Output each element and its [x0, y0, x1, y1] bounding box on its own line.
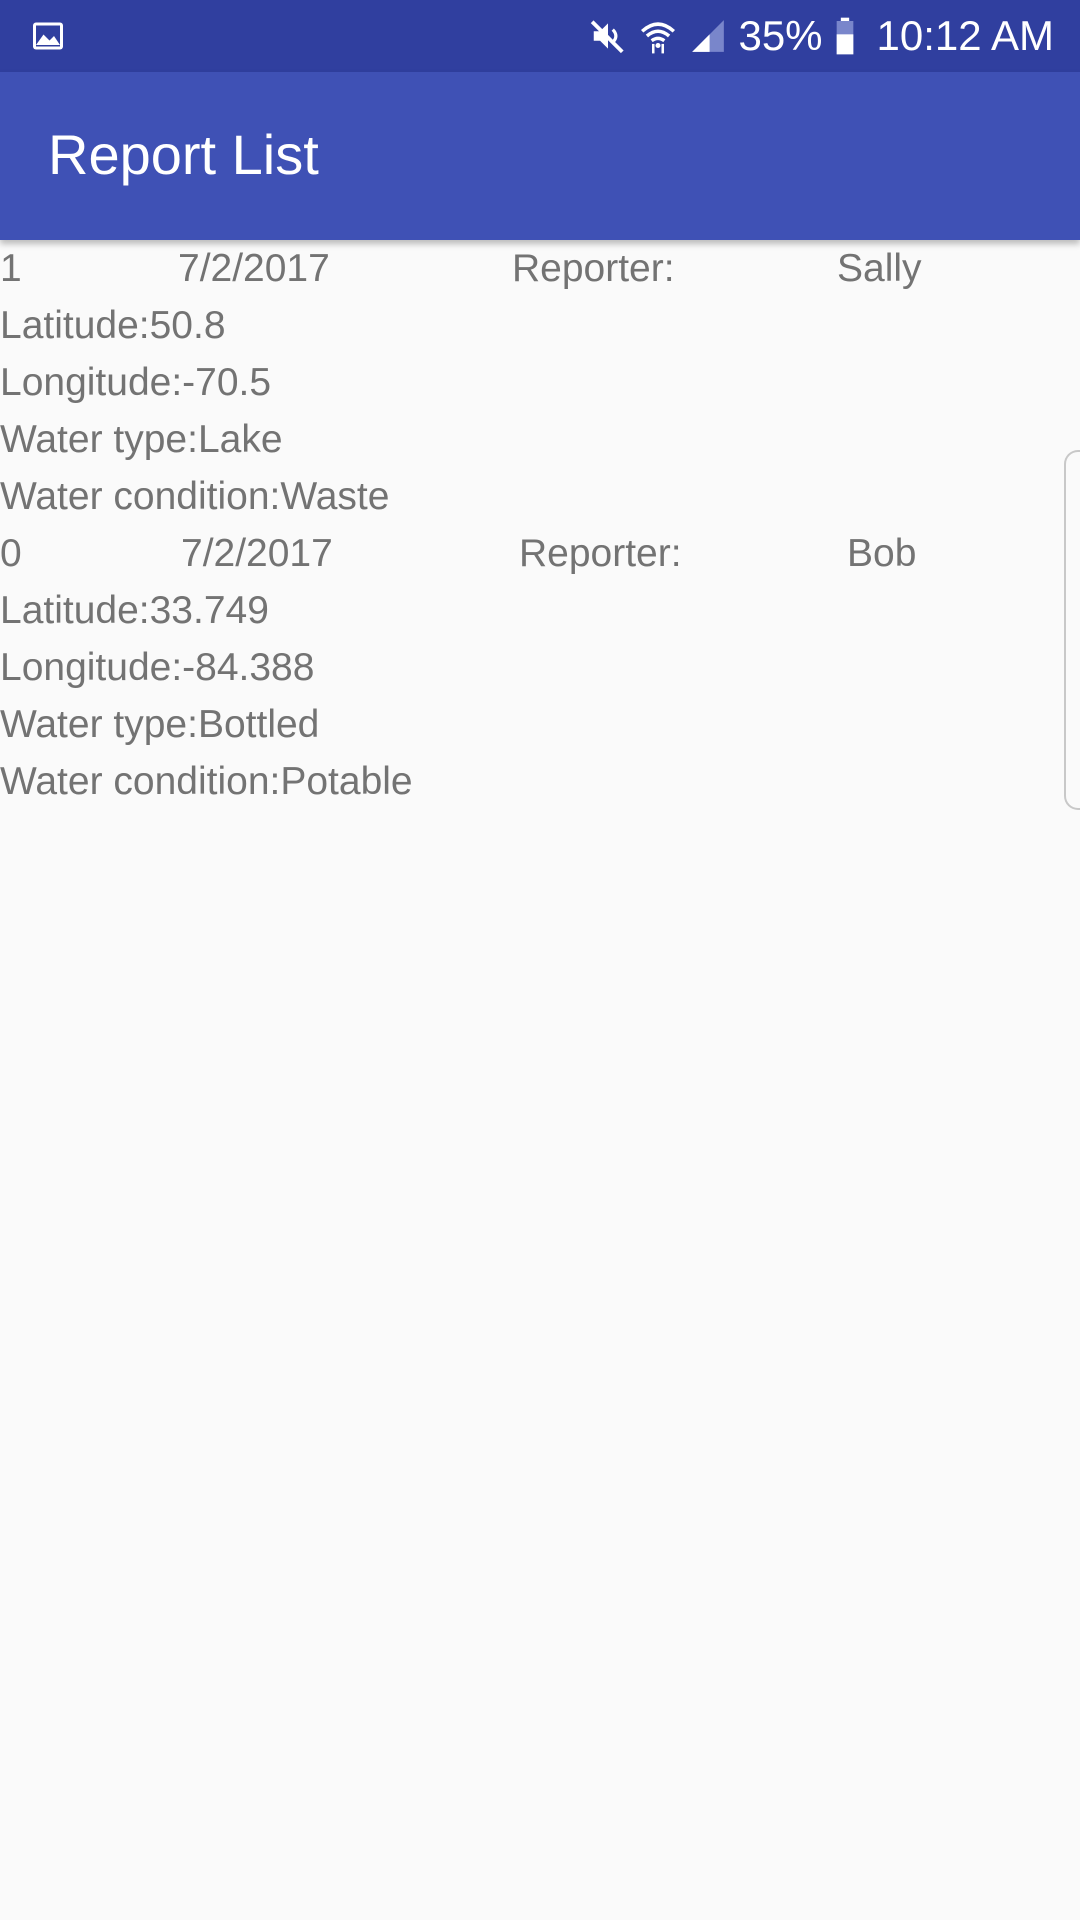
battery-percent: 35%	[738, 12, 823, 59]
longitude-text: Longitude:-70.5	[0, 354, 1080, 411]
longitude-value: Longitude:-84.388	[0, 646, 315, 689]
water-type-text: Water type:Lake	[0, 411, 1080, 468]
reporter-name: Bob	[847, 532, 917, 575]
gallery-icon	[33, 22, 63, 50]
list-item[interactable]: 1 7/2/2017 Reporter: Sally Latitude:50.8…	[0, 240, 1080, 525]
water-type-text: Water type:Bottled	[0, 696, 1080, 753]
screen: 35% 10:12 AM Report List 1 7/2/2017 Repo…	[0, 0, 1080, 1920]
water-condition-value: Water condition:Waste	[0, 475, 390, 518]
water-type-value: Water type:Lake	[0, 418, 283, 461]
edge-panel-handle[interactable]	[1064, 450, 1080, 810]
water-condition-text: Water condition:Waste	[0, 468, 1080, 525]
status-icons: 35% 10:12 AM	[588, 0, 1054, 72]
status-bar: 35% 10:12 AM	[0, 0, 1080, 72]
reporter-label: Reporter:	[512, 247, 675, 290]
latitude-value: Latitude:50.8	[0, 304, 226, 347]
app-bar: Report List	[0, 72, 1080, 240]
report-list[interactable]: 1 7/2/2017 Reporter: Sally Latitude:50.8…	[0, 240, 1080, 810]
latitude-value: Latitude:33.749	[0, 589, 269, 632]
water-condition-text: Water condition:Potable	[0, 753, 1080, 810]
report-date: 7/2/2017	[178, 247, 330, 290]
latitude-text: Latitude:33.749	[0, 582, 1080, 639]
longitude-text: Longitude:-84.388	[0, 639, 1080, 696]
reporter-name: Sally	[837, 247, 922, 290]
water-condition-value: Water condition:Potable	[0, 760, 413, 803]
report-date: 7/2/2017	[181, 532, 333, 575]
report-header-row: 0 7/2/2017 Reporter: Bob	[0, 525, 1080, 582]
list-item[interactable]: 0 7/2/2017 Reporter: Bob Latitude:33.749…	[0, 525, 1080, 810]
battery-icon	[833, 16, 857, 56]
clock: 10:12 AM	[876, 12, 1054, 59]
longitude-value: Longitude:-70.5	[0, 361, 272, 404]
page-title: Report List	[48, 123, 319, 186]
mute-icon	[588, 16, 628, 56]
reporter-label: Reporter:	[519, 532, 682, 575]
water-type-value: Water type:Bottled	[0, 703, 320, 746]
report-id: 1	[0, 247, 22, 290]
latitude-text: Latitude:50.8	[0, 297, 1080, 354]
report-header-row: 1 7/2/2017 Reporter: Sally	[0, 240, 1080, 297]
report-id: 0	[0, 532, 22, 575]
wifi-icon	[638, 16, 678, 56]
signal-icon	[688, 16, 728, 56]
